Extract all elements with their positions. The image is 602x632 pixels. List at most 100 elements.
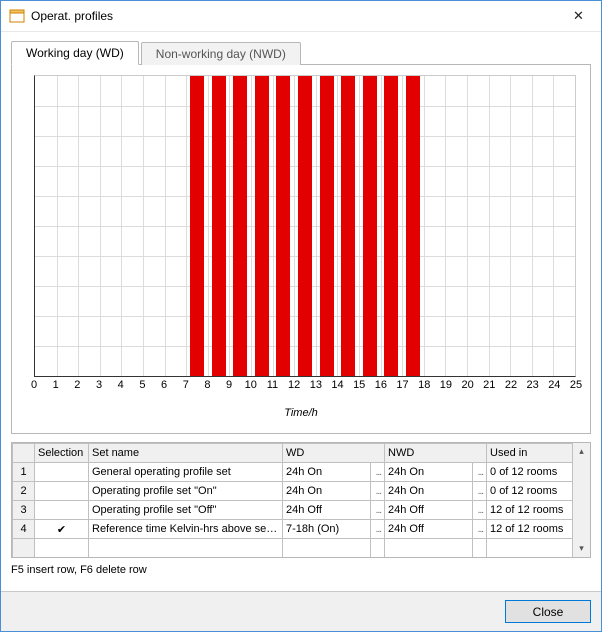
- cell-set-name[interactable]: Operating profile set "Off": [89, 501, 283, 520]
- header-set-name[interactable]: Set name: [89, 444, 283, 463]
- table-row[interactable]: 1General operating profile set24h On...2…: [13, 463, 573, 482]
- x-tick-label: 7: [183, 379, 189, 391]
- cell-wd-picker[interactable]: [371, 539, 385, 558]
- grid-v: [186, 76, 187, 376]
- tab-working-day[interactable]: Working day (WD): [11, 41, 139, 65]
- cell-set-name[interactable]: General operating profile set: [89, 463, 283, 482]
- content-area: Working day (WD) Non-working day (NWD) 0…: [1, 32, 601, 591]
- table-row[interactable]: 4✔Reference time Kelvin-hrs above set p.…: [13, 520, 573, 539]
- cell-selection[interactable]: [35, 463, 89, 482]
- header-wd[interactable]: WD: [283, 444, 385, 463]
- cell-nwd[interactable]: [385, 539, 473, 558]
- scroll-up-icon[interactable]: ▴: [573, 443, 590, 460]
- cell-nwd-picker[interactable]: ...: [473, 463, 487, 482]
- cell-wd-picker[interactable]: ...: [371, 482, 385, 501]
- chart-bar: [363, 76, 377, 376]
- grid-v: [251, 76, 252, 376]
- grid-v: [381, 76, 382, 376]
- grid-v: [424, 76, 425, 376]
- chart-plot-area: [34, 75, 576, 377]
- cell-wd-picker[interactable]: ...: [371, 463, 385, 482]
- row-number: 3: [13, 501, 35, 520]
- row-number: 4: [13, 520, 35, 539]
- header-nwd[interactable]: NWD: [385, 444, 487, 463]
- close-button[interactable]: Close: [505, 600, 591, 623]
- grid-v: [100, 76, 101, 376]
- cell-wd-picker[interactable]: ...: [371, 520, 385, 539]
- ellipsis-icon: ...: [478, 467, 483, 478]
- table-row-empty[interactable]: [13, 539, 573, 558]
- cell-selection[interactable]: [35, 539, 89, 558]
- cell-wd-picker[interactable]: ...: [371, 501, 385, 520]
- profile-table-scroll: Selection Set name WD NWD Used in 1 Gener…: [12, 443, 572, 557]
- x-tick-label: 22: [505, 379, 517, 391]
- cell-used-in[interactable]: 12 of 12 rooms: [487, 501, 572, 520]
- grid-v: [121, 76, 122, 376]
- grid-v: [510, 76, 511, 376]
- cell-nwd-picker[interactable]: ...: [473, 501, 487, 520]
- x-tick-label: 24: [548, 379, 560, 391]
- header-used-in[interactable]: Used in: [487, 444, 572, 463]
- cell-nwd-picker[interactable]: ...: [473, 482, 487, 501]
- table-header-row: Selection Set name WD NWD Used in: [13, 444, 573, 463]
- cell-nwd-picker[interactable]: [473, 539, 487, 558]
- chart-x-label: Time/h: [22, 407, 580, 419]
- x-tick-label: 9: [226, 379, 232, 391]
- table-row[interactable]: 2Operating profile set "On"24h On...24h …: [13, 482, 573, 501]
- ellipsis-icon: ...: [478, 524, 483, 535]
- cell-wd[interactable]: 24h On: [283, 463, 371, 482]
- grid-v: [273, 76, 274, 376]
- table-scrollbar[interactable]: ▴ ▾: [572, 443, 590, 557]
- grid-v: [489, 76, 490, 376]
- header-rownum: [13, 444, 35, 463]
- table-row[interactable]: 3Operating profile set "Off"24h Off...24…: [13, 501, 573, 520]
- row-number: [13, 539, 35, 558]
- cell-selection[interactable]: [35, 482, 89, 501]
- cell-set-name[interactable]: Operating profile set "On": [89, 482, 283, 501]
- profile-table-container: Selection Set name WD NWD Used in 1 Gener…: [11, 442, 591, 558]
- cell-nwd[interactable]: 24h Off: [385, 501, 473, 520]
- cell-nwd[interactable]: 24h On: [385, 463, 473, 482]
- x-tick-label: 3: [96, 379, 102, 391]
- tab-non-working-day[interactable]: Non-working day (NWD): [141, 42, 301, 65]
- window-close-button[interactable]: ✕: [556, 1, 601, 31]
- grid-v: [359, 76, 360, 376]
- cell-used-in[interactable]: 0 of 12 rooms: [487, 463, 572, 482]
- cell-used-in[interactable]: 12 of 12 rooms: [487, 520, 572, 539]
- chart-bar: [190, 76, 204, 376]
- cell-selection[interactable]: ✔: [35, 520, 89, 539]
- row-number: 1: [13, 463, 35, 482]
- ellipsis-icon: ...: [478, 505, 483, 516]
- cell-set-name[interactable]: Reference time Kelvin-hrs above set p...: [89, 520, 283, 539]
- cell-nwd-picker[interactable]: ...: [473, 520, 487, 539]
- cell-nwd[interactable]: 24h On: [385, 482, 473, 501]
- status-hint: F5 insert row, F6 delete row: [11, 564, 591, 576]
- chart-bar: [320, 76, 334, 376]
- tab-label: Non-working day (NWD): [156, 47, 286, 61]
- x-tick-label: 11: [267, 379, 278, 391]
- header-selection[interactable]: Selection: [35, 444, 89, 463]
- grid-v: [316, 76, 317, 376]
- ellipsis-icon: ...: [376, 467, 381, 478]
- grid-v: [337, 76, 338, 376]
- cell-used-in[interactable]: [487, 539, 572, 558]
- chart-bar: [233, 76, 247, 376]
- chart-bar: [341, 76, 355, 376]
- chart-bar: [406, 76, 420, 376]
- row-number: 2: [13, 482, 35, 501]
- chart: 0123456789101112131415161718192021222324…: [22, 75, 580, 425]
- x-tick-label: 17: [396, 379, 408, 391]
- scroll-down-icon[interactable]: ▾: [573, 540, 590, 557]
- cell-selection[interactable]: [35, 501, 89, 520]
- cell-nwd[interactable]: 24h Off: [385, 520, 473, 539]
- chart-bar: [384, 76, 398, 376]
- cell-wd[interactable]: 24h On: [283, 482, 371, 501]
- cell-used-in[interactable]: 0 of 12 rooms: [487, 482, 572, 501]
- grid-v: [57, 76, 58, 376]
- cell-set-name[interactable]: [89, 539, 283, 558]
- chart-bar: [212, 76, 226, 376]
- cell-wd[interactable]: 24h Off: [283, 501, 371, 520]
- cell-wd[interactable]: 7-18h (On): [283, 520, 371, 539]
- cell-wd[interactable]: [283, 539, 371, 558]
- ellipsis-icon: ...: [376, 524, 381, 535]
